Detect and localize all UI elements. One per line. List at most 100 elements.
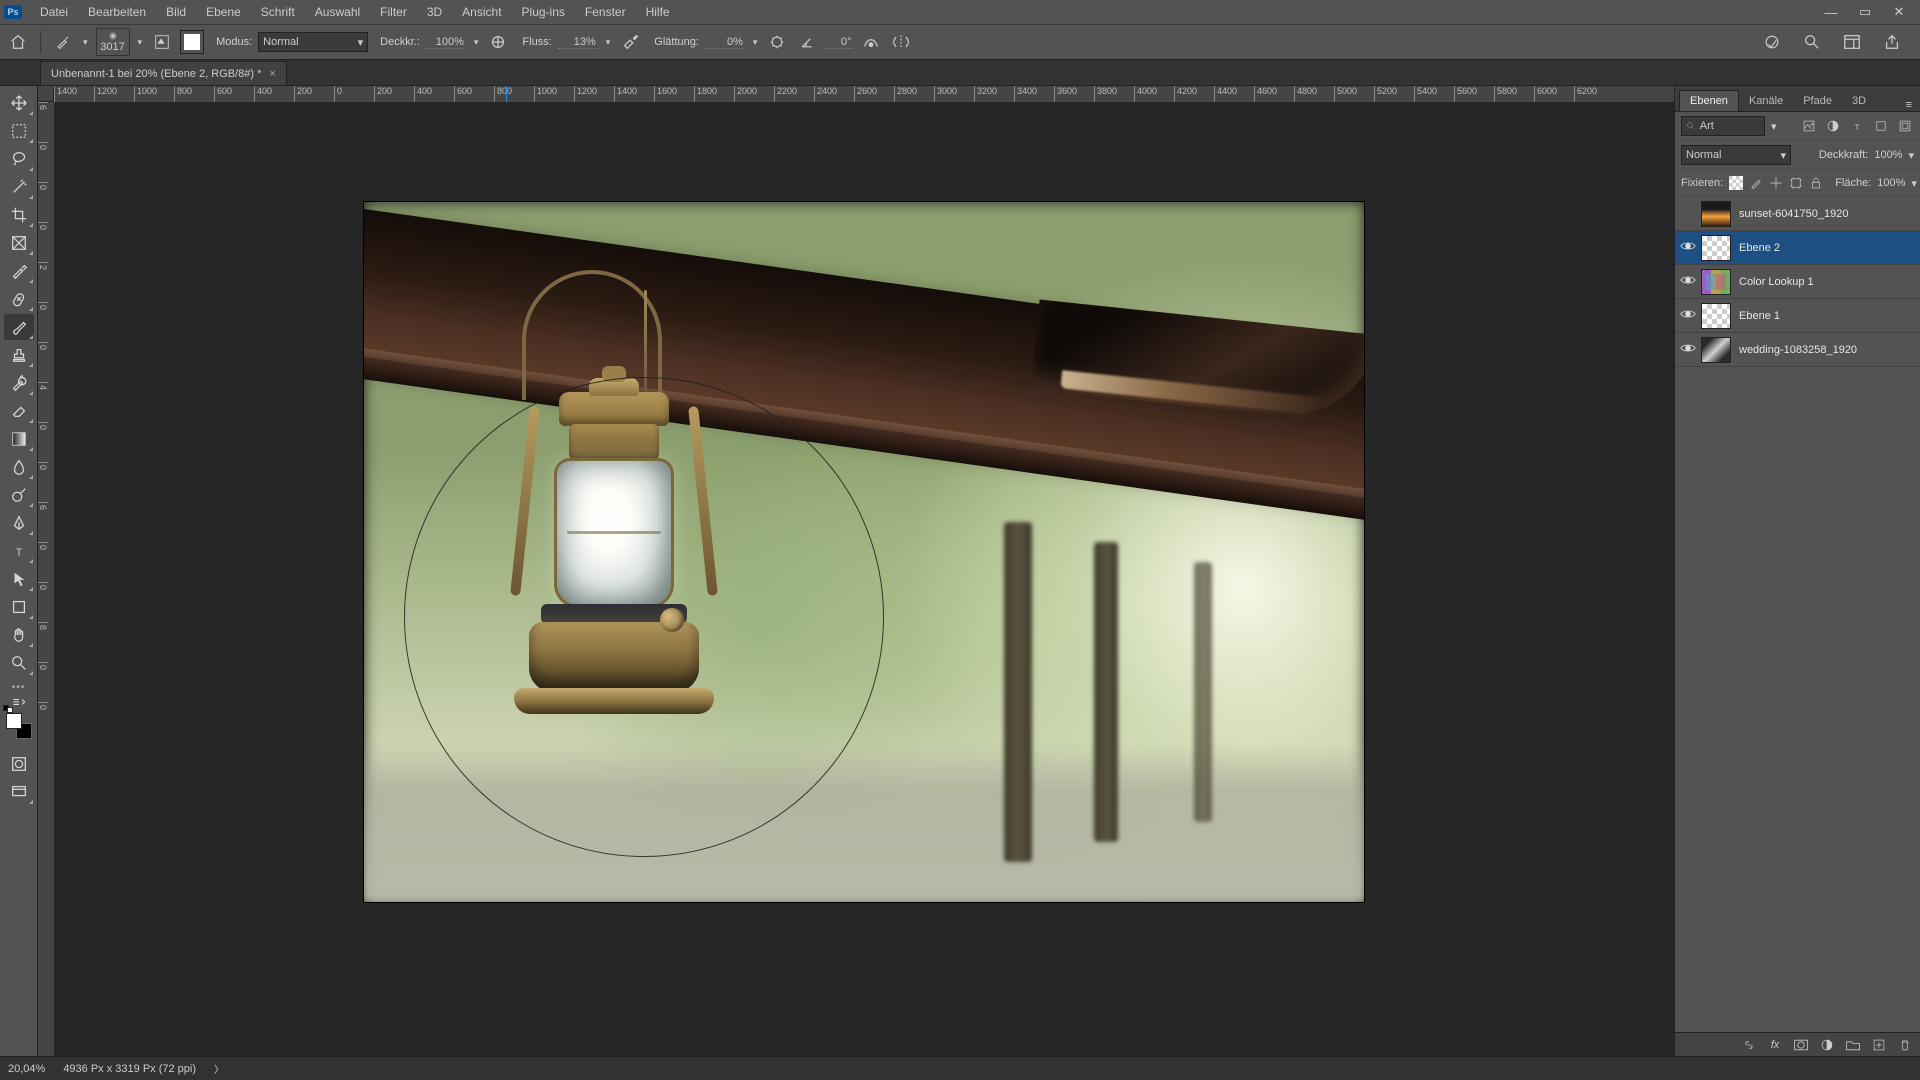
menu-3d[interactable]: 3D bbox=[417, 0, 452, 24]
tab-ebenen[interactable]: Ebenen bbox=[1679, 90, 1739, 111]
smoothing-options-icon[interactable] bbox=[765, 30, 789, 54]
layer-row[interactable]: sunset-6041750_1920 bbox=[1675, 197, 1920, 231]
fill-chevron-icon[interactable]: ▾ bbox=[1911, 177, 1917, 190]
lock-all-icon[interactable] bbox=[1809, 174, 1823, 192]
filter-adjust-icon[interactable] bbox=[1824, 117, 1842, 135]
quickmask-icon[interactable] bbox=[4, 751, 34, 777]
airbrush-icon[interactable] bbox=[618, 30, 642, 54]
opacity-chevron-icon[interactable]: ▾ bbox=[472, 37, 481, 48]
new-layer-icon[interactable] bbox=[1870, 1036, 1888, 1054]
screenmode-icon[interactable] bbox=[4, 779, 34, 805]
layer-row[interactable]: Ebene 2 bbox=[1675, 231, 1920, 265]
brush-preset-picker[interactable]: 3017 bbox=[96, 28, 130, 56]
menu-ebene[interactable]: Ebene bbox=[196, 0, 251, 24]
brush-color-swatch[interactable] bbox=[180, 30, 204, 54]
document-tab[interactable]: Unbenannt-1 bei 20% (Ebene 2, RGB/8#) * … bbox=[40, 61, 287, 85]
layer-visibility-toggle[interactable] bbox=[1675, 342, 1701, 357]
layer-thumbnail[interactable] bbox=[1701, 337, 1731, 363]
eraser-tool[interactable] bbox=[4, 398, 34, 424]
crop-tool[interactable] bbox=[4, 202, 34, 228]
layer-row[interactable]: Ebene 1 bbox=[1675, 299, 1920, 333]
zoom-tool[interactable] bbox=[4, 650, 34, 676]
smoothing-chevron-icon[interactable]: ▾ bbox=[751, 37, 760, 48]
close-icon[interactable]: × bbox=[269, 68, 275, 80]
menu-fenster[interactable]: Fenster bbox=[575, 0, 636, 24]
blend-mode-select[interactable]: Normal▾ bbox=[258, 32, 368, 52]
search-icon[interactable] bbox=[1800, 30, 1824, 54]
filter-smart-icon[interactable] bbox=[1896, 117, 1914, 135]
layer-kind-chevron-icon[interactable]: ▾ bbox=[1771, 120, 1777, 133]
history-brush-tool[interactable] bbox=[4, 370, 34, 396]
flow-value[interactable]: 13% bbox=[558, 36, 598, 49]
window-close-button[interactable]: ✕ bbox=[1882, 4, 1916, 20]
ruler-vertical[interactable]: 6000200400600800 bbox=[38, 102, 54, 1056]
link-layers-icon[interactable] bbox=[1740, 1036, 1758, 1054]
tab-3d[interactable]: 3D bbox=[1842, 90, 1876, 111]
layer-name[interactable]: Ebene 1 bbox=[1739, 310, 1914, 322]
layer-name[interactable]: Color Lookup 1 bbox=[1739, 276, 1914, 288]
menu-auswahl[interactable]: Auswahl bbox=[305, 0, 370, 24]
move-tool[interactable] bbox=[4, 90, 34, 116]
layer-name[interactable]: wedding-1083258_1920 bbox=[1739, 344, 1914, 356]
menu-bild[interactable]: Bild bbox=[156, 0, 196, 24]
layer-thumbnail[interactable] bbox=[1701, 235, 1731, 261]
home-icon[interactable] bbox=[6, 30, 30, 54]
eyedropper-tool[interactable] bbox=[4, 258, 34, 284]
menu-schrift[interactable]: Schrift bbox=[251, 0, 305, 24]
ruler-horizontal[interactable]: 1400120010008006004002000200400600800100… bbox=[54, 86, 1674, 102]
window-maximize-button[interactable]: ▭ bbox=[1848, 4, 1882, 20]
tool-preset-icon[interactable] bbox=[51, 30, 75, 54]
layer-visibility-toggle[interactable] bbox=[1675, 240, 1701, 255]
tool-preset-chevron-icon[interactable]: ▾ bbox=[81, 37, 90, 48]
color-swatch[interactable] bbox=[6, 713, 32, 739]
healing-tool[interactable] bbox=[4, 286, 34, 312]
status-chevron-icon[interactable]: 〉 bbox=[214, 1061, 224, 1076]
cloud-docs-icon[interactable] bbox=[1760, 30, 1784, 54]
flow-chevron-icon[interactable]: ▾ bbox=[604, 37, 613, 48]
layer-mask-icon[interactable] bbox=[1792, 1036, 1810, 1054]
path-selection-tool[interactable] bbox=[4, 566, 34, 592]
layer-opacity-value[interactable]: 100% bbox=[1874, 149, 1902, 161]
menu-hilfe[interactable]: Hilfe bbox=[636, 0, 680, 24]
delete-layer-icon[interactable] bbox=[1896, 1036, 1914, 1054]
tab-pfade[interactable]: Pfade bbox=[1793, 90, 1842, 111]
layer-thumbnail[interactable] bbox=[1701, 201, 1731, 227]
marquee-tool[interactable] bbox=[4, 118, 34, 144]
canvas[interactable] bbox=[54, 102, 1674, 1056]
layer-thumbnail[interactable] bbox=[1701, 269, 1731, 295]
brush-tool[interactable] bbox=[4, 314, 34, 340]
layer-visibility-toggle[interactable] bbox=[1675, 274, 1701, 289]
symmetry-icon[interactable] bbox=[889, 30, 913, 54]
lock-position-icon[interactable] bbox=[1769, 174, 1783, 192]
hand-tool[interactable] bbox=[4, 622, 34, 648]
brush-settings-icon[interactable] bbox=[150, 30, 174, 54]
menu-filter[interactable]: Filter bbox=[370, 0, 417, 24]
layer-opacity-chevron-icon[interactable]: ▾ bbox=[1908, 149, 1914, 162]
gradient-tool[interactable] bbox=[4, 426, 34, 452]
filter-shape-icon[interactable] bbox=[1872, 117, 1890, 135]
brush-preset-chevron-icon[interactable]: ▾ bbox=[136, 37, 145, 48]
shape-tool[interactable] bbox=[4, 594, 34, 620]
tab-kanaele[interactable]: Kanäle bbox=[1739, 90, 1793, 111]
filter-text-icon[interactable]: T bbox=[1848, 117, 1866, 135]
lasso-tool[interactable] bbox=[4, 146, 34, 172]
layer-fx-icon[interactable]: fx bbox=[1766, 1036, 1784, 1054]
fill-value[interactable]: 100% bbox=[1877, 177, 1905, 189]
dodge-tool[interactable] bbox=[4, 482, 34, 508]
lock-pixels-icon[interactable] bbox=[1749, 174, 1763, 192]
smoothing-value[interactable]: 0% bbox=[705, 36, 745, 49]
lock-transparency-icon[interactable] bbox=[1729, 174, 1743, 192]
text-tool[interactable]: T bbox=[4, 538, 34, 564]
share-icon[interactable] bbox=[1880, 30, 1904, 54]
doc-dimensions[interactable]: 4936 Px x 3319 Px (72 ppi) bbox=[63, 1063, 196, 1075]
layer-blend-mode[interactable]: Normal▾ bbox=[1681, 145, 1791, 165]
magic-wand-tool[interactable] bbox=[4, 174, 34, 200]
layer-kind-input[interactable] bbox=[1700, 120, 1760, 132]
window-minimize-button[interactable]: — bbox=[1814, 5, 1848, 20]
layer-row[interactable]: Color Lookup 1 bbox=[1675, 265, 1920, 299]
menu-ansicht[interactable]: Ansicht bbox=[452, 0, 511, 24]
pressure-size-icon[interactable] bbox=[859, 30, 883, 54]
layer-kind-filter[interactable] bbox=[1681, 116, 1765, 136]
panel-menu-icon[interactable]: ≡ bbox=[1898, 99, 1920, 111]
blur-tool[interactable] bbox=[4, 454, 34, 480]
